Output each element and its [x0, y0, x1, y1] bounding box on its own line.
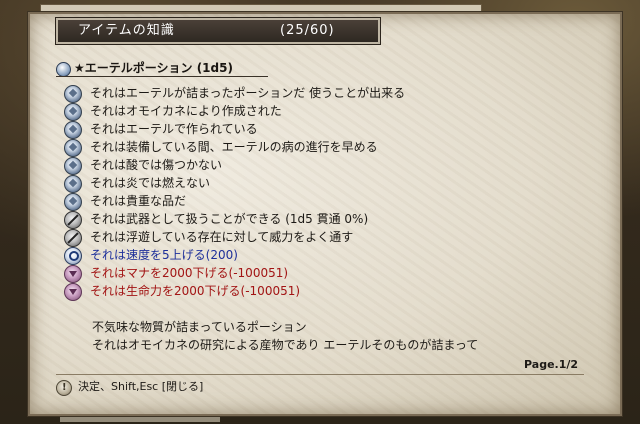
- item-bullet-icon: [56, 62, 71, 77]
- window-title: アイテムの知識: [78, 23, 175, 38]
- diamond-icon: [64, 103, 82, 121]
- property-text: それは酸では傷つかない: [90, 158, 223, 172]
- item-name: ★エーテルポーション (1d5): [74, 61, 233, 75]
- knowledge-count: (25/60): [280, 23, 335, 38]
- property-text: それは装備している間、エーテルの病の進行を早める: [90, 140, 378, 154]
- item-description: 不気味な物質が詰まっているポーション それはオモイカネの研究による産物であり エ…: [92, 318, 478, 354]
- hint-text: 決定、Shift,Esc [閉じる]: [78, 380, 204, 393]
- footer-divider: [56, 374, 584, 375]
- wrench-icon: [64, 247, 82, 265]
- property-text: それは貴重な品だ: [90, 194, 187, 208]
- diamond-icon: [64, 157, 82, 175]
- diamond-icon: [64, 175, 82, 193]
- property-text: それは速度を5上げる(200): [90, 248, 238, 262]
- down-arrow-icon: [64, 283, 82, 301]
- diamond-icon: [64, 193, 82, 211]
- item-heading-underline: [56, 76, 268, 77]
- diamond-icon: [64, 121, 82, 139]
- property-text: それはエーテルが詰まったポーションだ 使うことが出来る: [90, 86, 406, 100]
- property-text: それはオモイカネにより作成された: [90, 104, 282, 118]
- window-title-bar: アイテムの知識 (25/60): [55, 17, 381, 45]
- property-text: それは武器として扱うことができる (1d5 貫通 0%): [90, 212, 369, 226]
- property-text: それは浮遊している存在に対して威力をよく通す: [90, 230, 354, 244]
- sword-icon: [64, 211, 82, 229]
- page-indicator: Page.1/2: [524, 358, 579, 371]
- property-text: それはエーテルで作られている: [90, 122, 258, 136]
- description-line: それはオモイカネの研究による産物であり エーテルそのものが詰まって: [92, 338, 479, 352]
- down-arrow-icon: [64, 265, 82, 283]
- sword-icon: [64, 229, 82, 247]
- hint-icon: [56, 380, 72, 396]
- property-text: それは炎では燃えない: [90, 176, 211, 190]
- diamond-icon: [64, 85, 82, 103]
- description-line: 不気味な物質が詰まっているポーション: [92, 320, 307, 334]
- property-text: それはマナを2000下げる(-100051): [90, 266, 289, 280]
- property-text: それは生命力を2000下げる(-100051): [90, 284, 301, 298]
- diamond-icon: [64, 139, 82, 157]
